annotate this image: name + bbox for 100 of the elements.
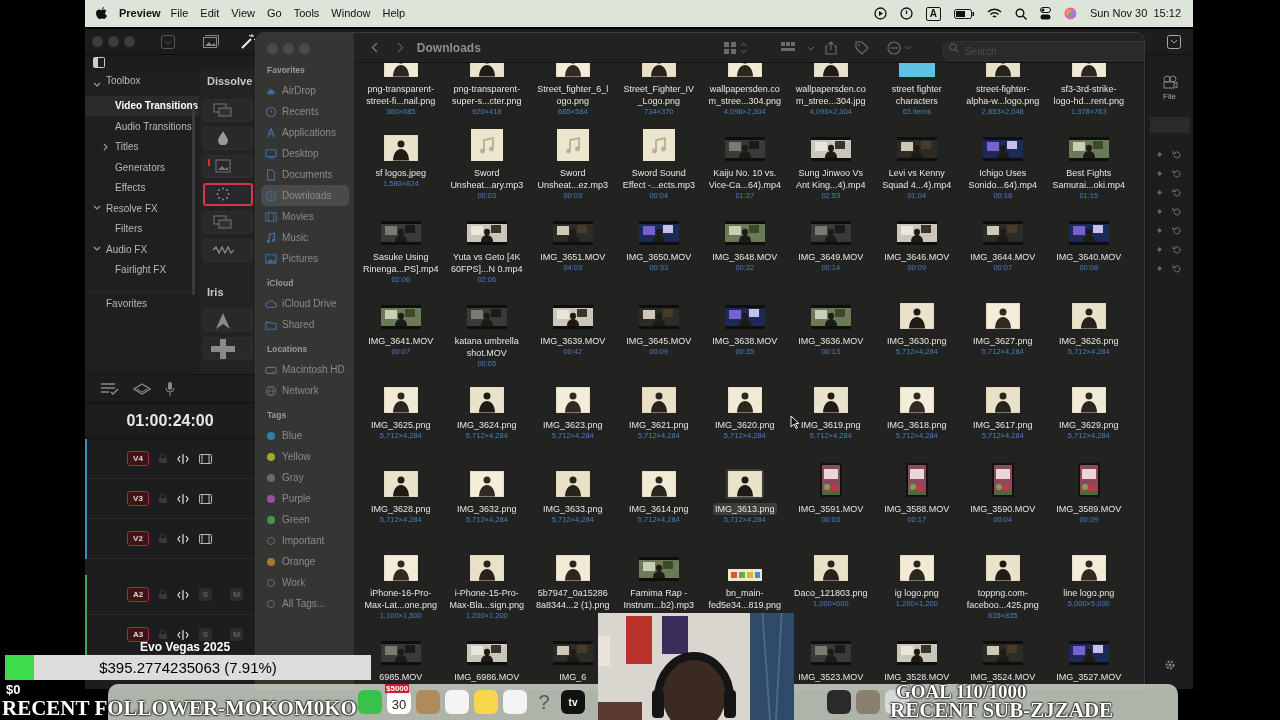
- thumbnail-frame[interactable]: [636, 303, 681, 331]
- toolbox-item[interactable]: Fairlight FX: [85, 259, 199, 280]
- menu-item[interactable]: Edit: [194, 5, 226, 22]
- sidebar-item[interactable]: Music: [261, 227, 349, 248]
- file-name[interactable]: street-fighter- alpha-w...logo.png: [964, 83, 1042, 107]
- sidebar-item[interactable]: Work: [261, 572, 349, 593]
- sidebar-item[interactable]: iCloud Drive: [261, 293, 349, 314]
- sidebar-item[interactable]: Documents: [261, 164, 349, 185]
- reset-icon[interactable]: [1172, 263, 1182, 274]
- thumbnail-frame[interactable]: [639, 469, 678, 499]
- file-name[interactable]: IMG_3630.png: [885, 335, 949, 347]
- thumbnail-frame[interactable]: [636, 555, 681, 583]
- reset-icon[interactable]: [1172, 187, 1182, 198]
- grid-view-icon[interactable]: [723, 41, 748, 54]
- thumbnail-frame[interactable]: [467, 469, 506, 499]
- thumbnail-frame[interactable]: [464, 303, 509, 331]
- track-label[interactable]: V3: [127, 491, 149, 506]
- file-name[interactable]: IMG_3588.MOV: [882, 503, 952, 515]
- thumbnail-frame[interactable]: [467, 385, 506, 415]
- app-icon[interactable]: [827, 690, 851, 714]
- thumbnail-frame[interactable]: [464, 639, 509, 667]
- back-icon[interactable]: [370, 42, 378, 53]
- file-name[interactable]: 6985.MOV: [377, 671, 425, 683]
- file-name[interactable]: Street_fighter_6_l ogo.png: [535, 83, 611, 107]
- chevron-box-icon[interactable]: [1167, 34, 1181, 49]
- thumbnail-frame[interactable]: [903, 461, 930, 499]
- thumbnail-frame[interactable]: [989, 461, 1016, 499]
- magic-wand-icon[interactable]: [241, 34, 256, 49]
- file-name[interactable]: sf logos.jpeg: [373, 167, 429, 179]
- toolbox-item[interactable]: Video Transitions: [85, 95, 199, 116]
- thumbnail-frame[interactable]: [1069, 301, 1108, 331]
- track-label[interactable]: V2: [127, 531, 149, 546]
- menu-item[interactable]: Tools: [287, 5, 326, 22]
- chevron-down-icon[interactable]: [93, 246, 101, 252]
- toolbox-item[interactable]: Toolbox: [85, 75, 199, 91]
- thumbnail-frame[interactable]: [1066, 219, 1111, 247]
- link-icon[interactable]: [177, 453, 189, 464]
- file-name[interactable]: line logo.png: [1061, 587, 1117, 599]
- chevron-down-icon[interactable]: [93, 82, 101, 88]
- transition-tile[interactable]: [203, 309, 253, 332]
- sidebar-item[interactable]: Green: [261, 509, 349, 530]
- sidebar-item[interactable]: Shared: [261, 314, 349, 335]
- file-name[interactable]: png-transparent- street-fi...nail.png: [364, 83, 438, 107]
- file-name[interactable]: IMG_3613.png: [713, 503, 777, 515]
- file-name[interactable]: toppng.com- faceboo...425.png: [964, 587, 1041, 611]
- thumbnail-frame[interactable]: [808, 639, 853, 667]
- thumbnail-frame[interactable]: [553, 553, 592, 583]
- thumbnail-frame[interactable]: [467, 553, 506, 583]
- thumbnail-frame[interactable]: [381, 385, 420, 415]
- file-name[interactable]: Sung Jinwoo Vs Ant King...4).mp4: [794, 167, 868, 191]
- file-name[interactable]: IMG_3523.MOV: [796, 671, 866, 683]
- file-name[interactable]: iPhone-16-Pro- Max-Lat...one.png: [362, 587, 440, 611]
- sidebar-item[interactable]: Important: [261, 530, 349, 551]
- toolbox-item[interactable]: Audio FX: [85, 239, 199, 260]
- group-icon[interactable]: [780, 41, 815, 54]
- transition-tile[interactable]: [203, 154, 253, 178]
- thumbnail-frame[interactable]: [811, 385, 850, 415]
- file-name[interactable]: IMG_3619.png: [799, 419, 863, 431]
- sidebar-item[interactable]: Network: [261, 380, 349, 401]
- file-name[interactable]: Levi vs Kenny Squad 4...4).mp4: [880, 167, 954, 191]
- file-name[interactable]: IMG_3649.MOV: [796, 251, 866, 263]
- chevron-down-icon[interactable]: [93, 205, 101, 211]
- thumbnail-frame[interactable]: [811, 553, 850, 583]
- file-name[interactable]: IMG_3636.MOV: [796, 335, 866, 347]
- sidebar-item[interactable]: Gray: [261, 467, 349, 488]
- file-name[interactable]: katana umbrella shot.MOV: [452, 335, 521, 359]
- thumbnail-frame[interactable]: [554, 127, 591, 163]
- file-name[interactable]: IMG_3527.MOV: [1054, 671, 1124, 683]
- toolbox-item[interactable]: Titles: [85, 136, 199, 157]
- thumbnail-frame[interactable]: [722, 219, 767, 247]
- sidebar-item[interactable]: Blue: [261, 425, 349, 446]
- thumbnail-frame[interactable]: [894, 135, 939, 163]
- file-name[interactable]: IMG_3614.png: [627, 503, 691, 515]
- search-icon[interactable]: [1014, 7, 1027, 20]
- file-name[interactable]: png-transparent- super-s...cter.png: [450, 83, 524, 107]
- file-name[interactable]: IMG_3524.MOV: [968, 671, 1038, 683]
- film-icon[interactable]: [199, 533, 212, 544]
- menu-item[interactable]: Window: [325, 5, 377, 22]
- file-name[interactable]: IMG_3633.png: [541, 503, 605, 515]
- film-icon[interactable]: [199, 493, 212, 504]
- file-name[interactable]: IMG_3617.png: [971, 419, 1035, 431]
- link-icon[interactable]: [177, 629, 189, 640]
- menu-bar-clock[interactable]: Sun Nov 30 15:12: [1089, 5, 1181, 22]
- sidebar-item[interactable]: Applications: [261, 122, 349, 143]
- transition-tile[interactable]: [203, 210, 253, 234]
- file-name[interactable]: Ichigo Uses Sonido...64).mp4: [966, 167, 1040, 191]
- track-label[interactable]: V4: [127, 451, 149, 466]
- thumbnail-frame[interactable]: [722, 303, 767, 331]
- file-name[interactable]: IMG_3645.MOV: [624, 335, 694, 347]
- thumbnail-frame[interactable]: [808, 219, 853, 247]
- thumbnail-frame[interactable]: [378, 219, 423, 247]
- file-name[interactable]: Street_Fighter_IV _Logo.png: [621, 83, 697, 107]
- panel-toggle-icon[interactable]: [93, 56, 105, 68]
- diamond-icon[interactable]: [1157, 247, 1162, 252]
- link-icon[interactable]: [177, 533, 189, 544]
- file-name[interactable]: IMG_6986.MOV: [452, 671, 522, 683]
- file-name[interactable]: IMG_3625.png: [369, 419, 433, 431]
- thumbnail-frame[interactable]: [1075, 461, 1102, 499]
- layers-icon[interactable]: [133, 382, 151, 395]
- thumbnail-frame[interactable]: [1069, 385, 1108, 415]
